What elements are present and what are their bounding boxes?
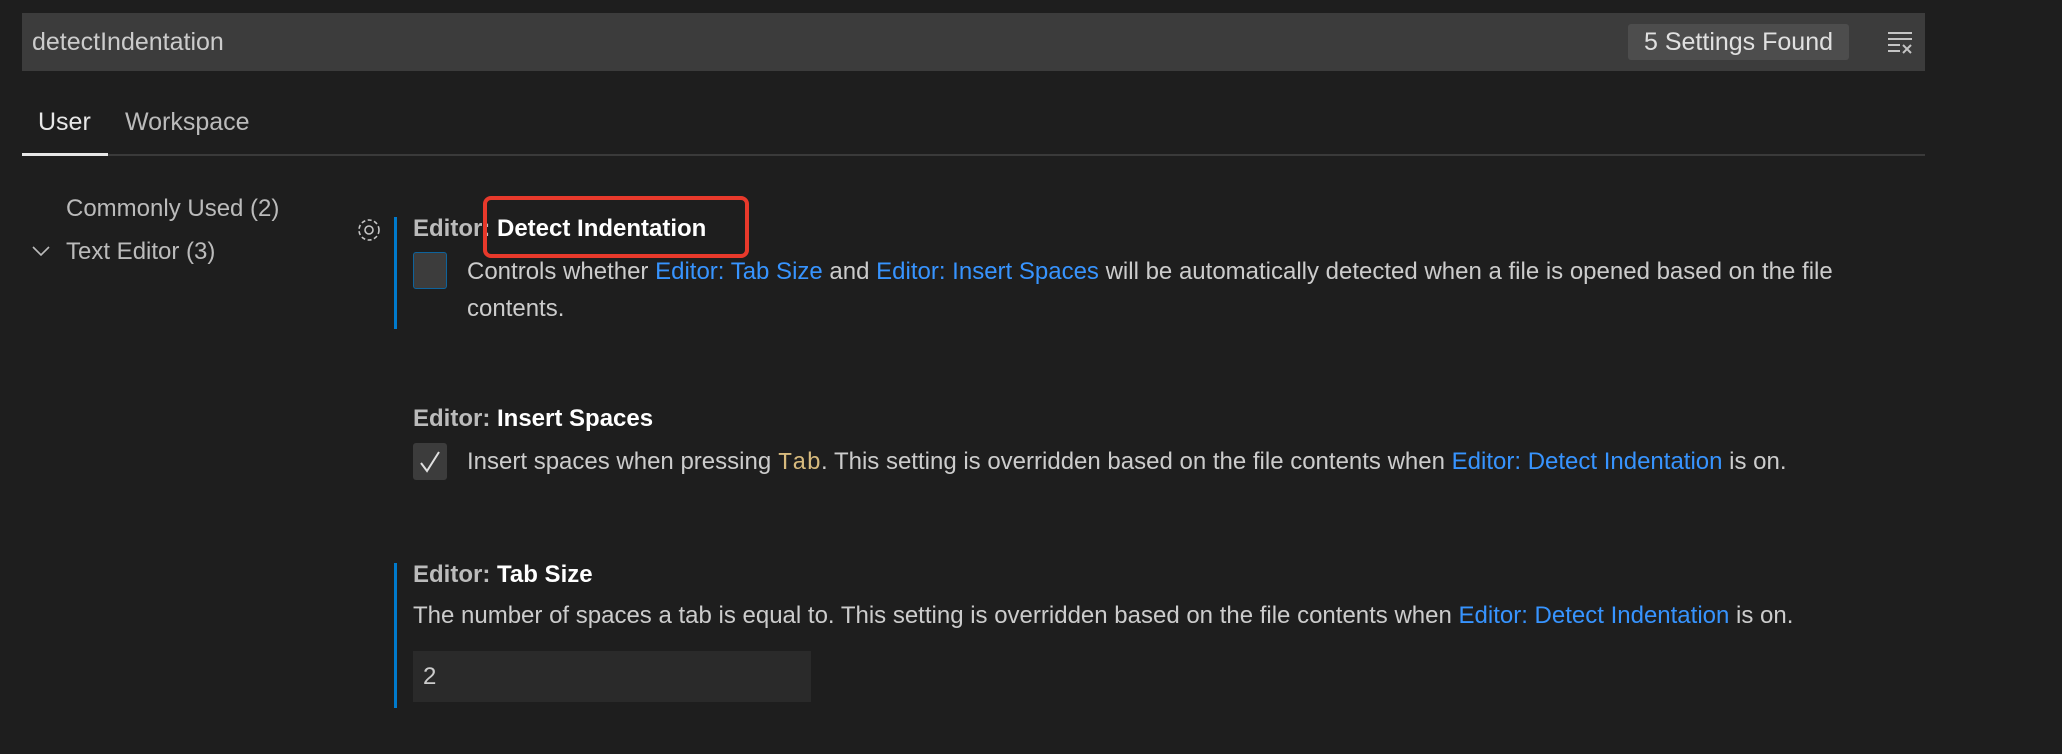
desc-text: contents. xyxy=(467,295,565,322)
desc-text: The number of spaces a tab is equal to. … xyxy=(413,602,1459,629)
link-detect-indentation[interactable]: Editor: Detect Indentation xyxy=(1459,602,1730,629)
desc-text: Controls whether xyxy=(467,258,656,285)
detect-indentation-checkbox[interactable] xyxy=(413,252,447,289)
search-input[interactable] xyxy=(32,13,1532,71)
setting-name: Tab Size xyxy=(497,561,593,588)
setting-title: Editor: Tab Size xyxy=(413,561,593,589)
setting-description: Controls whether Editor: Tab Size and Ed… xyxy=(467,253,1967,327)
gear-icon[interactable] xyxy=(354,215,384,250)
desc-text: and xyxy=(822,258,877,285)
highlight-box xyxy=(483,196,749,258)
results-count-badge: 5 Settings Found xyxy=(1628,24,1850,60)
tab-size-input[interactable] xyxy=(413,651,811,702)
active-tab-indicator xyxy=(22,153,108,156)
desc-text: . This setting is overridden based on th… xyxy=(821,448,1452,475)
desc-text: will be automatically detected when a fi… xyxy=(1098,258,1833,285)
setting-category: Editor: xyxy=(413,405,497,432)
link-tab-size[interactable]: Editor: Tab Size xyxy=(655,258,823,285)
setting-category: Editor: xyxy=(413,561,497,588)
checkmark-icon xyxy=(420,451,440,473)
tab-divider xyxy=(22,154,1925,156)
tab-workspace[interactable]: Workspace xyxy=(125,108,250,137)
modified-indicator xyxy=(394,217,397,329)
desc-text: Insert spaces when pressing xyxy=(467,448,778,475)
link-detect-indentation[interactable]: Editor: Detect Indentation xyxy=(1452,448,1723,475)
desc-text: is on. xyxy=(1729,602,1794,629)
setting-title: Editor: Insert Spaces xyxy=(413,405,653,433)
clear-filter-icon[interactable] xyxy=(1884,26,1916,58)
inline-code: Tab xyxy=(777,450,822,477)
settings-search-bar: 5 Settings Found xyxy=(22,13,1925,71)
modified-indicator xyxy=(394,563,397,708)
setting-description: Insert spaces when pressing Tab. This se… xyxy=(467,443,2027,482)
chevron-down-icon[interactable] xyxy=(30,240,52,267)
sidebar-item-text-editor[interactable]: Text Editor (3) xyxy=(66,238,215,266)
setting-description: The number of spaces a tab is equal to. … xyxy=(413,597,2013,634)
desc-text: is on. xyxy=(1722,448,1787,475)
insert-spaces-checkbox[interactable] xyxy=(413,443,447,480)
setting-name: Insert Spaces xyxy=(497,405,654,432)
sidebar-item-commonly-used[interactable]: Commonly Used (2) xyxy=(66,195,279,223)
tab-user[interactable]: User xyxy=(38,108,91,137)
link-insert-spaces[interactable]: Editor: Insert Spaces xyxy=(876,258,1099,285)
